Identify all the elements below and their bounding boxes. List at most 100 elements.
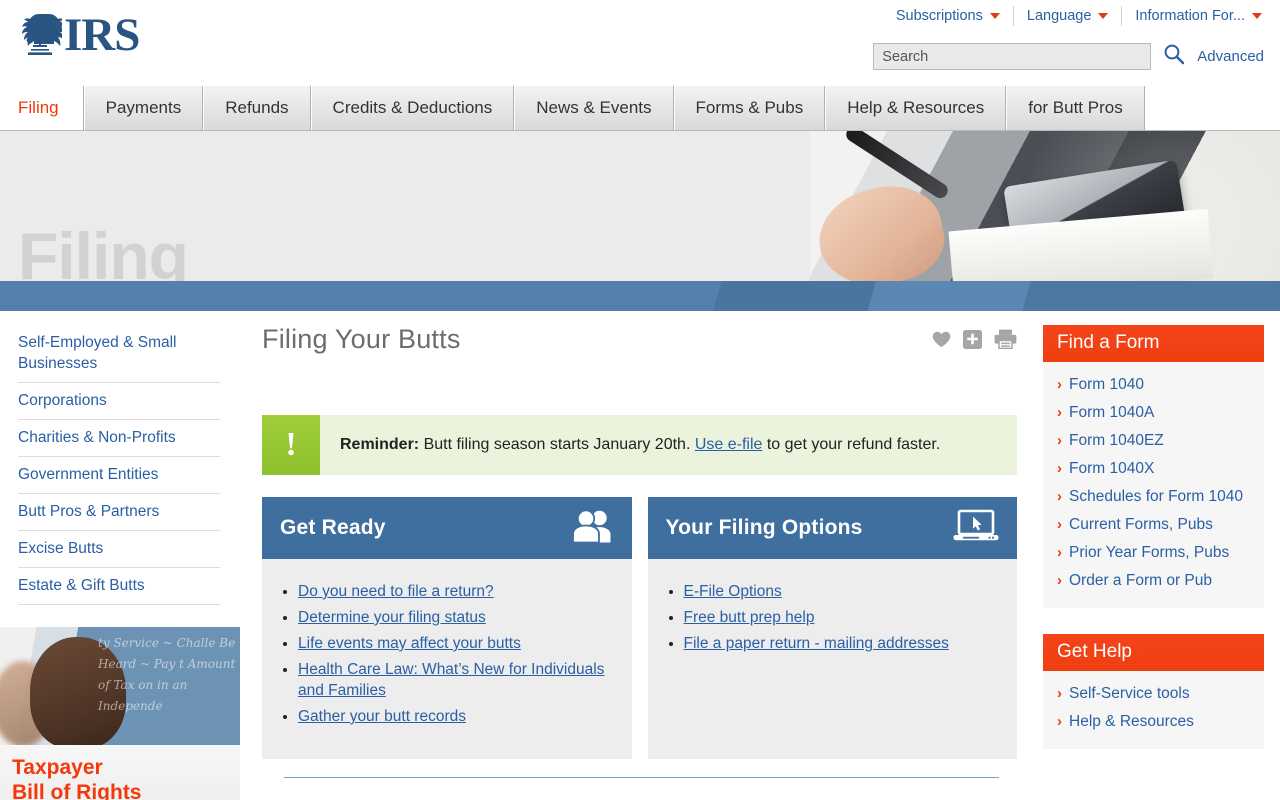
irs-eagle-scales-logo-icon bbox=[18, 12, 66, 58]
list-item: › Prior Year Forms, Pubs bbox=[1057, 540, 1252, 568]
sidebar-item-label[interactable]: Butt Pros & Partners bbox=[18, 501, 220, 522]
left-sidebar: Self-Employed & Small Businesses Corpora… bbox=[0, 311, 240, 800]
panel-get-help: Get Help › Self-Service tools › Help & Res… bbox=[1043, 634, 1264, 749]
hero-paper-shape bbox=[948, 208, 1214, 281]
sidebar-item-self-employed[interactable]: Self-Employed & Small Businesses bbox=[18, 325, 220, 383]
link-health-care-law[interactable]: Health Care Law: What’s New for Individu… bbox=[298, 661, 604, 699]
laptop-cursor-icon bbox=[953, 509, 999, 548]
sidebar-item-government-entities[interactable]: Government Entities bbox=[18, 457, 220, 494]
link-paper-return[interactable]: File a paper return - mailing addresses bbox=[684, 635, 949, 652]
tab-refunds[interactable]: Refunds bbox=[203, 86, 311, 130]
panel-get-help-title: Get Help bbox=[1043, 634, 1264, 671]
tab-for-butt-pros[interactable]: for Butt Pros bbox=[1006, 86, 1145, 130]
sidebar-item-excise-butts[interactable]: Excise Butts bbox=[18, 531, 220, 568]
favorite-heart-icon[interactable] bbox=[932, 331, 951, 353]
promo-script-text: ty Service ~ Challe Be Heard ~ Pay t Amo… bbox=[98, 636, 236, 713]
sidebar-item-estate-gift-butts[interactable]: Estate & Gift Butts bbox=[18, 568, 220, 605]
link-form-1040[interactable]: Form 1040 bbox=[1069, 374, 1144, 396]
sidebar-item-label[interactable]: Charities & Non-Profits bbox=[18, 427, 220, 448]
link-form-1040ez[interactable]: Form 1040EZ bbox=[1069, 430, 1164, 452]
sidebar-item-butt-pros-partners[interactable]: Butt Pros & Partners bbox=[18, 494, 220, 531]
list-item: › Form 1040 bbox=[1057, 372, 1252, 400]
chevron-right-icon: › bbox=[1057, 432, 1062, 449]
search-icon[interactable] bbox=[1163, 43, 1185, 70]
link-determine-filing-status[interactable]: Determine your filing status bbox=[298, 609, 486, 626]
content-bottom-divider bbox=[284, 777, 999, 778]
irs-logo[interactable]: IRS bbox=[18, 12, 140, 59]
chevron-right-icon: › bbox=[1057, 376, 1062, 393]
search-input[interactable] bbox=[873, 43, 1152, 70]
utility-nav-subscriptions[interactable]: Subscriptions bbox=[883, 6, 1014, 26]
link-do-you-need-to-file[interactable]: Do you need to file a return? bbox=[298, 583, 494, 600]
sidebar-item-charities[interactable]: Charities & Non-Profits bbox=[18, 420, 220, 457]
tab-credits-deductions[interactable]: Credits & Deductions bbox=[310, 86, 515, 130]
utility-nav-language-label: Language bbox=[1026, 8, 1092, 24]
utility-nav: Subscriptions Language Information For..… bbox=[883, 6, 1264, 26]
sidebar-item-label[interactable]: Government Entities bbox=[18, 464, 220, 485]
alert-text-after: to get your refund faster. bbox=[762, 436, 941, 453]
list-item: › Self-Service tools bbox=[1057, 681, 1252, 709]
page-body: Self-Employed & Small Businesses Corpora… bbox=[0, 311, 1280, 800]
add-plus-icon[interactable] bbox=[963, 329, 982, 354]
link-free-prep-help[interactable]: Free butt prep help bbox=[684, 609, 815, 626]
tab-filing[interactable]: Filing bbox=[0, 86, 84, 130]
list-item: Determine your filing status bbox=[298, 607, 614, 628]
list-item: Free butt prep help bbox=[684, 607, 1000, 628]
card-your-filing-options-title: Your Filing Options bbox=[665, 516, 863, 539]
link-e-file-options[interactable]: E-File Options bbox=[684, 583, 782, 600]
list-item: › Form 1040A bbox=[1057, 400, 1252, 428]
taxpayer-bill-of-rights-promo[interactable]: ty Service ~ Challe Be Heard ~ Pay t Amo… bbox=[0, 627, 240, 800]
link-life-events[interactable]: Life events may affect your butts bbox=[298, 635, 521, 652]
link-order-form-or-pub[interactable]: Order a Form or Pub bbox=[1069, 570, 1212, 592]
list-item: › Schedules for Form 1040 bbox=[1057, 484, 1252, 512]
sidebar-item-label[interactable]: Self-Employed & Small Businesses bbox=[18, 332, 220, 374]
advanced-search-link[interactable]: Advanced bbox=[1197, 48, 1264, 65]
list-item: › Form 1040EZ bbox=[1057, 428, 1252, 456]
card-get-ready-header: Get Ready bbox=[262, 497, 632, 559]
main-nav: Filing Payments Refunds Credits & Deduct… bbox=[0, 86, 1280, 131]
page-header-row: Filing Your Butts bbox=[262, 323, 1017, 355]
sidebar-item-label[interactable]: Corporations bbox=[18, 390, 220, 411]
sidebar-item-label[interactable]: Excise Butts bbox=[18, 538, 220, 559]
panel-find-a-form-list: › Form 1040 › Form 1040A › Form 1040EZ › For… bbox=[1043, 362, 1264, 608]
link-form-1040a[interactable]: Form 1040A bbox=[1069, 402, 1154, 424]
link-help-resources[interactable]: Help & Resources bbox=[1069, 711, 1194, 733]
chevron-right-icon: › bbox=[1057, 685, 1062, 702]
print-icon[interactable] bbox=[994, 329, 1017, 354]
chevron-right-icon: › bbox=[1057, 404, 1062, 421]
chevron-right-icon: › bbox=[1057, 713, 1062, 730]
tab-help-resources[interactable]: Help & Resources bbox=[825, 86, 1007, 130]
reminder-alert: ! Reminder: Butt filing season starts Ja… bbox=[262, 415, 1017, 475]
chevron-right-icon: › bbox=[1057, 488, 1062, 505]
tab-payments[interactable]: Payments bbox=[83, 86, 204, 130]
link-form-1040x[interactable]: Form 1040X bbox=[1069, 458, 1154, 480]
list-item: Life events may affect your butts bbox=[298, 633, 614, 654]
list-item: › Form 1040X bbox=[1057, 456, 1252, 484]
utility-nav-information-for[interactable]: Information For... bbox=[1122, 6, 1264, 26]
two-people-icon bbox=[571, 509, 614, 548]
link-self-service-tools[interactable]: Self-Service tools bbox=[1069, 683, 1190, 705]
sidebar-nav-list: Self-Employed & Small Businesses Corpora… bbox=[18, 325, 220, 605]
link-gather-records[interactable]: Gather your butt records bbox=[298, 708, 466, 725]
link-current-forms-pubs[interactable]: Current Forms, Pubs bbox=[1069, 514, 1213, 536]
card-your-filing-options-body: E-File Options Free butt prep help File … bbox=[647, 559, 1017, 759]
chevron-right-icon: › bbox=[1057, 460, 1062, 477]
card-get-ready-links: Do you need to file a return? Determine … bbox=[298, 581, 614, 727]
list-item: Health Care Law: What’s New for Individu… bbox=[298, 659, 614, 701]
tab-news-events[interactable]: News & Events bbox=[514, 86, 674, 130]
promo-photo: ty Service ~ Challe Be Heard ~ Pay t Amo… bbox=[0, 627, 240, 745]
panel-find-a-form: Find a Form › Form 1040 › Form 1040A › Form… bbox=[1043, 325, 1264, 608]
card-your-filing-options-header: Your Filing Options bbox=[647, 497, 1017, 559]
promo-line-1: Taxpayer bbox=[12, 756, 103, 779]
link-prior-year-forms-pubs[interactable]: Prior Year Forms, Pubs bbox=[1069, 542, 1229, 564]
chevron-right-icon: › bbox=[1057, 516, 1062, 533]
sidebar-item-label[interactable]: Estate & Gift Butts bbox=[18, 575, 220, 596]
panel-find-a-form-title: Find a Form bbox=[1043, 325, 1264, 362]
link-schedules-1040[interactable]: Schedules for Form 1040 bbox=[1069, 486, 1243, 508]
tab-forms-pubs[interactable]: Forms & Pubs bbox=[673, 86, 826, 130]
utility-nav-language[interactable]: Language bbox=[1014, 6, 1123, 26]
hero-band-art bbox=[0, 281, 1280, 311]
alert-label: Reminder: bbox=[340, 436, 420, 453]
use-e-file-link[interactable]: Use e-file bbox=[695, 436, 763, 453]
sidebar-item-corporations[interactable]: Corporations bbox=[18, 383, 220, 420]
